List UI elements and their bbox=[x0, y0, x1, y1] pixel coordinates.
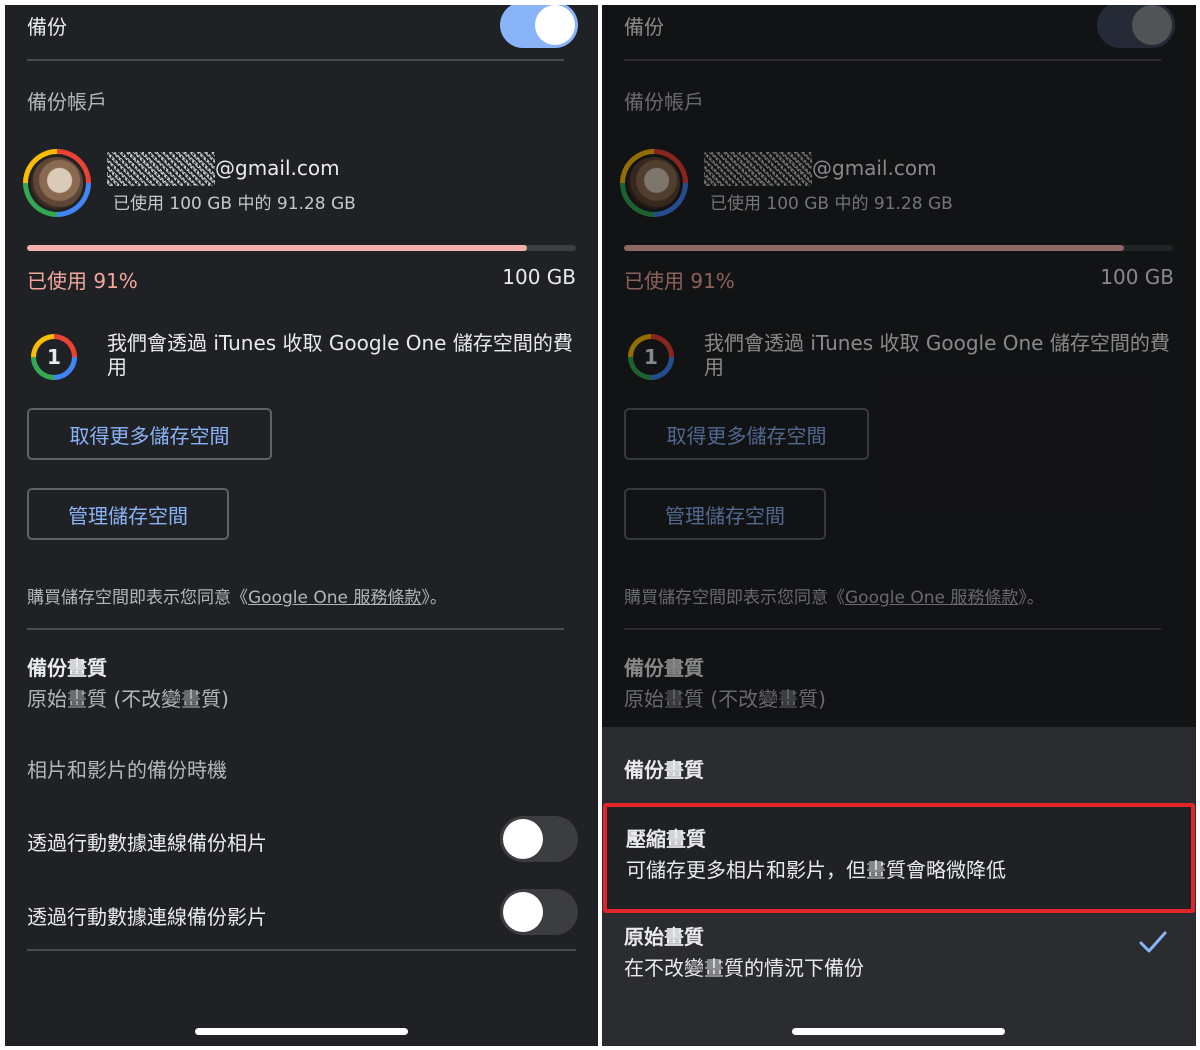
account-email: @gmail.com bbox=[215, 156, 340, 180]
check-icon bbox=[1139, 931, 1167, 953]
option-description: 可儲存更多相片和影片，但畫質會略微降低 bbox=[626, 858, 1006, 882]
backup-quality-title[interactable]: 備份畫質 bbox=[27, 652, 107, 681]
compressed-quality-option[interactable]: 壓縮畫質 可儲存更多相片和影片，但畫質會略微降低 bbox=[603, 803, 1195, 913]
backup-quality-value: 原始畫質 (不改變畫質) bbox=[27, 687, 229, 711]
redacted-email-prefix bbox=[107, 152, 215, 186]
sheet-title: 備份畫質 bbox=[624, 758, 704, 782]
backup-settings-screen: 備份 備份帳戶 @gmail.com 已使用 100 GB 中的 91.28 G… bbox=[5, 5, 598, 1046]
backup-quality-sheet-screen: 備份 備份帳戶 @gmail.com 已使用 100 GB 中的 91.28 G… bbox=[602, 5, 1196, 1046]
terms-suffix: 》。 bbox=[421, 588, 447, 608]
option-title: 原始畫質 bbox=[624, 925, 704, 949]
terms-text: 購買儲存空間即表示您同意《Google One 服務條款》。 bbox=[27, 583, 447, 608]
terms-prefix: 購買儲存空間即表示您同意《 bbox=[27, 588, 248, 608]
backup-timing-label: 相片和影片的備份時機 bbox=[27, 758, 227, 782]
avatar-photo bbox=[31, 157, 83, 209]
storage-progress-bar bbox=[27, 245, 576, 251]
storage-used-percent: 已使用 91% bbox=[27, 269, 138, 293]
backup-account-label: 備份帳戶 bbox=[27, 90, 107, 114]
original-quality-option[interactable]: 原始畫質 在不改變畫質的情況下備份 bbox=[602, 917, 1196, 987]
google-one-notice: 我們會透過 iTunes 收取 Google One 儲存空間的費用 bbox=[107, 331, 573, 379]
scrim[interactable] bbox=[602, 5, 1196, 727]
google-one-icon: 1 bbox=[31, 334, 77, 380]
storage-progress-fill bbox=[27, 245, 527, 251]
divider bbox=[27, 949, 576, 951]
home-indicator bbox=[792, 1028, 1005, 1035]
backup-label: 備份 bbox=[27, 15, 67, 39]
storage-total: 100 GB bbox=[502, 265, 576, 289]
get-more-storage-button[interactable]: 取得更多儲存空間 bbox=[27, 408, 272, 460]
home-indicator bbox=[195, 1028, 408, 1035]
account-usage-text: 已使用 100 GB 中的 91.28 GB bbox=[113, 194, 356, 214]
backup-toggle[interactable] bbox=[500, 5, 578, 48]
divider bbox=[27, 59, 564, 61]
divider bbox=[27, 628, 564, 630]
cellular-photos-label: 透過行動數據連線備份相片 bbox=[27, 831, 267, 855]
terms-link[interactable]: Google One 服務條款 bbox=[248, 588, 421, 608]
cellular-videos-label: 透過行動數據連線備份影片 bbox=[27, 905, 267, 929]
avatar[interactable] bbox=[23, 149, 91, 217]
option-description: 在不改變畫質的情況下備份 bbox=[624, 956, 864, 980]
cellular-photos-toggle[interactable] bbox=[500, 816, 578, 862]
cellular-videos-toggle[interactable] bbox=[500, 889, 578, 935]
option-title: 壓縮畫質 bbox=[626, 827, 706, 851]
backup-quality-sheet: 備份畫質 壓縮畫質 可儲存更多相片和影片，但畫質會略微降低 原始畫質 在不改變畫… bbox=[602, 727, 1196, 1046]
manage-storage-button[interactable]: 管理儲存空間 bbox=[27, 488, 229, 540]
